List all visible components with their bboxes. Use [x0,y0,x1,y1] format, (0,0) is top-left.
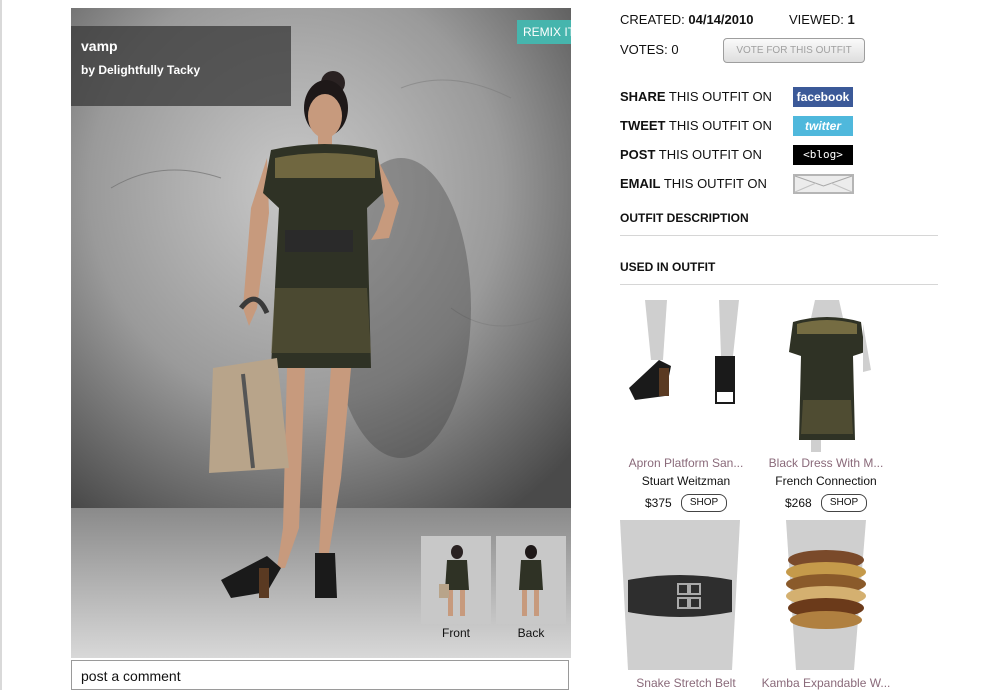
product-image-belt[interactable] [620,520,740,670]
share-verb: SHARE [620,89,666,104]
product-image-dress[interactable] [767,300,887,452]
viewed-info: VIEWED: 1 [789,12,855,27]
page-edge [0,0,2,690]
product-name-dress[interactable]: Black Dress With M... [756,456,896,470]
outfit-description-heading: OUTFIT DESCRIPTION [620,211,749,225]
product-name-belt[interactable]: Snake Stretch Belt [616,676,756,690]
email-verb: EMAIL [620,176,661,191]
share-email-row: EMAIL THIS OUTFIT ON [620,176,767,191]
share-facebook-row: SHARE THIS OUTFIT ON [620,89,772,104]
viewed-label: VIEWED: [789,12,844,27]
created-info: CREATED: 04/14/2010 [620,12,753,27]
front-view-label: Front [441,626,470,640]
comment-placeholder: post a comment [81,668,181,684]
back-view-thumbnail[interactable]: Back [496,536,566,644]
divider [620,235,938,236]
product-brand-sandals: Stuart Weitzman [641,474,731,488]
remix-button[interactable]: REMIX IT [517,20,571,44]
product-image-bracelets[interactable] [766,520,886,670]
created-date: 04/14/2010 [688,12,754,27]
tweet-verb: TWEET [620,118,666,133]
product-name-sandals[interactable]: Apron Platform San... [616,456,756,470]
blog-share-button[interactable]: <blog> [793,145,853,165]
outfit-title: vamp [81,38,118,54]
back-view-label: Back [517,626,545,640]
product-price-dress: $268 [785,496,812,510]
share-text: THIS OUTFIT ON [668,89,772,104]
shop-button-sandals[interactable]: SHOP [681,494,727,512]
product-price-sandals: $375 [645,496,672,510]
twitter-share-button[interactable]: twitter [793,116,853,136]
created-label: CREATED: [620,12,685,27]
outfit-author[interactable]: by Delightfully Tacky [81,63,200,77]
front-view-thumbnail[interactable]: Front [421,536,491,644]
viewed-count: 1 [847,12,855,27]
outfit-image[interactable]: vamp by Delightfully Tacky REMIX IT Fron… [71,8,571,658]
facebook-share-button[interactable]: facebook [793,87,853,107]
share-blog-row: POST THIS OUTFIT ON [620,147,762,162]
product-brand-dress: French Connection [775,474,877,488]
email-text: THIS OUTFIT ON [663,176,767,191]
used-in-outfit-heading: USED IN OUTFIT [620,260,716,274]
front-view-image [421,536,491,624]
envelope-icon [794,175,853,193]
vote-button[interactable]: VOTE FOR THIS OUTFIT [723,38,865,63]
email-share-button[interactable] [793,174,854,194]
comment-input[interactable]: post a comment [71,660,569,690]
votes-label: VOTES: [620,42,668,57]
votes-count: 0 [671,42,679,57]
product-image-sandals[interactable] [621,300,741,452]
outfit-title-box: vamp by Delightfully Tacky [71,26,291,106]
back-view-image [496,536,566,624]
post-verb: POST [620,147,656,162]
product-name-bracelets[interactable]: Kamba Expandable W... [756,676,896,690]
divider [620,284,938,285]
shop-button-dress[interactable]: SHOP [821,494,867,512]
tweet-text: THIS OUTFIT ON [668,118,772,133]
share-twitter-row: TWEET THIS OUTFIT ON [620,118,772,133]
votes-info: VOTES: 0 [620,42,679,57]
post-text: THIS OUTFIT ON [658,147,762,162]
